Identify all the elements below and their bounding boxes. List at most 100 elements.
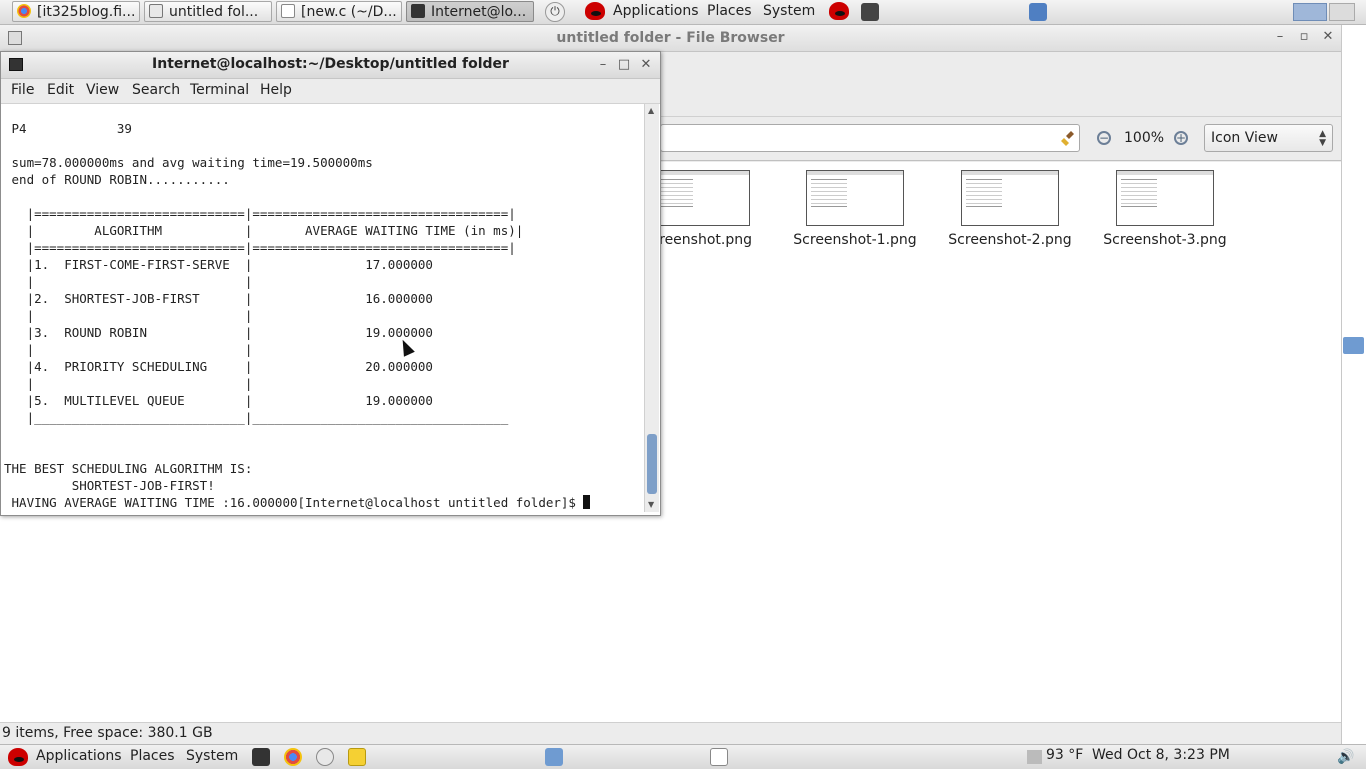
terminal-line: | | xyxy=(4,342,253,357)
file-browser-statusbar: 9 items, Free space: 380.1 GB xyxy=(0,722,1341,744)
select-arrows-icon: ▲ ▼ xyxy=(1319,129,1326,148)
chrome-launcher-icon[interactable] xyxy=(284,748,302,766)
places-menu[interactable]: Places xyxy=(707,0,752,24)
file-item[interactable]: Screenshot-1.png xyxy=(780,170,930,248)
minimize-button[interactable]: – xyxy=(1272,28,1288,46)
redhat-logo-icon xyxy=(585,2,605,20)
menu-edit[interactable]: Edit xyxy=(47,82,74,98)
bottom-panel: Applications Places System 93 °F Wed Oct… xyxy=(0,744,1366,769)
close-button[interactable]: ✕ xyxy=(1320,28,1336,46)
clock[interactable]: Wed Oct 8, 3:23 PM xyxy=(1092,747,1230,763)
text-cursor xyxy=(583,495,591,509)
taskbar-browser-button[interactable]: [it325blog.fi... xyxy=(12,1,140,22)
location-input[interactable] xyxy=(660,124,1080,152)
terminal-prompt: HAVING AVERAGE WAITING TIME :16.000000[I… xyxy=(4,495,584,510)
show-desktop-icon[interactable] xyxy=(1029,3,1047,21)
file-name: Screenshot-2.png xyxy=(948,232,1072,248)
weather-temperature[interactable]: 93 °F xyxy=(1046,747,1083,763)
terminal-line: |2. SHORTEST-JOB-FIRST | 16.000000 xyxy=(4,291,433,306)
view-mode-select[interactable]: Icon View ▲ ▼ xyxy=(1204,124,1333,152)
terminal-launcher-icon[interactable] xyxy=(252,748,270,766)
terminal-prompt-line: HAVING AVERAGE WAITING TIME :16.000000[I… xyxy=(4,494,642,511)
task-label: Internet@lo... xyxy=(431,4,527,20)
clear-location-icon[interactable] xyxy=(1060,129,1078,147)
terminal-line: |============================|==========… xyxy=(4,206,516,221)
terminal-line: |5. MULTILEVEL QUEUE | 19.000000 xyxy=(4,393,433,408)
volume-icon[interactable]: 🔊 xyxy=(1337,749,1357,765)
workspace-switcher[interactable] xyxy=(1293,3,1327,21)
file-browser-icon xyxy=(149,4,163,18)
taskbar-file-browser-button[interactable]: untitled fol... xyxy=(144,1,272,22)
applications-menu[interactable]: Applications xyxy=(36,745,122,769)
terminal-line: |3. ROUND ROBIN | 19.000000 xyxy=(4,325,433,340)
file-thumbnail xyxy=(961,170,1059,226)
screenshot-launcher-icon[interactable] xyxy=(545,748,563,766)
menu-help[interactable]: Help xyxy=(260,82,292,98)
view-mode-value: Icon View xyxy=(1211,130,1278,146)
system-menu[interactable]: System xyxy=(763,0,815,24)
menu-terminal[interactable]: Terminal xyxy=(190,82,249,98)
mail-launcher-icon[interactable] xyxy=(316,748,334,766)
minimize-button[interactable]: – xyxy=(595,56,611,74)
menu-search[interactable]: Search xyxy=(132,82,180,98)
taskbar-editor-button[interactable]: [new.c (~/D... xyxy=(276,1,402,22)
terminal-window[interactable]: Internet@localhost:~/Desktop/untitled fo… xyxy=(0,51,661,516)
terminal-output[interactable]: P4 39 sum=78.000000ms and avg waiting ti… xyxy=(4,104,642,512)
terminal-line: | ALGORITHM | AVERAGE WAITING TIME (in m… xyxy=(4,223,524,238)
file-thumbnail xyxy=(1116,170,1214,226)
status-text: 9 items, Free space: 380.1 GB xyxy=(2,725,213,741)
file-browser-titlebar: untitled folder - File Browser – ▫ ✕ xyxy=(0,25,1341,52)
redhat-launcher-icon[interactable] xyxy=(829,2,849,20)
terminal-menubar: File Edit View Search Terminal Help xyxy=(1,79,660,104)
scrollbar-thumb[interactable] xyxy=(647,434,657,494)
terminal-line: THE BEST SCHEDULING ALGORITHM IS: xyxy=(4,461,253,476)
workspace-2[interactable] xyxy=(1329,3,1355,21)
terminal-icon xyxy=(411,4,425,18)
file-browser-title: untitled folder - File Browser xyxy=(556,30,785,46)
zoom-in-icon[interactable]: + xyxy=(1174,131,1188,145)
system-menu[interactable]: System xyxy=(186,745,238,769)
document-icon[interactable] xyxy=(710,748,728,766)
menu-file[interactable]: File xyxy=(11,82,34,98)
terminal-titlebar[interactable]: Internet@localhost:~/Desktop/untitled fo… xyxy=(1,52,660,79)
task-label: [new.c (~/D... xyxy=(301,4,397,20)
file-name: Screenshot-1.png xyxy=(793,232,917,248)
maximize-button[interactable]: ▫ xyxy=(1296,28,1312,46)
terminal-line: sum=78.000000ms and avg waiting time=19.… xyxy=(4,155,373,170)
terminal-line: SHORTEST-JOB-FIRST! xyxy=(4,478,215,493)
file-item[interactable]: Screenshot-3.png xyxy=(1090,170,1240,248)
terminal-scrollbar[interactable]: ▲ ▼ xyxy=(644,104,659,512)
terminal-line: | | xyxy=(4,274,253,289)
terminal-line: |____________________________|__________… xyxy=(4,410,509,425)
power-icon[interactable]: ⏻ xyxy=(545,2,565,22)
applications-menu[interactable]: Applications xyxy=(613,0,699,24)
weather-icon xyxy=(1027,750,1042,764)
task-label: untitled fol... xyxy=(169,4,259,20)
scroll-up-icon[interactable]: ▲ xyxy=(648,106,654,115)
folder-icon[interactable] xyxy=(1343,337,1364,354)
scroll-down-icon[interactable]: ▼ xyxy=(648,500,654,509)
zoom-out-icon[interactable]: − xyxy=(1097,131,1111,145)
redhat-logo-icon xyxy=(8,748,28,766)
taskbar-terminal-button[interactable]: Internet@lo... xyxy=(406,1,534,22)
terminal-line: |1. FIRST-COME-FIRST-SERVE | 17.000000 xyxy=(4,257,433,272)
file-thumbnail xyxy=(652,170,750,226)
lock-screen-icon[interactable] xyxy=(861,3,879,21)
terminal-line: |============================|==========… xyxy=(4,240,516,255)
chrome-icon xyxy=(17,4,31,18)
close-button[interactable]: ✕ xyxy=(638,56,654,74)
terminal-line: P4 39 xyxy=(4,121,132,136)
menu-view[interactable]: View xyxy=(86,82,119,98)
notes-launcher-icon[interactable] xyxy=(348,748,366,766)
text-editor-icon xyxy=(281,4,295,18)
maximize-button[interactable]: □ xyxy=(616,56,632,74)
top-panel: [it325blog.fi... untitled fol... [new.c … xyxy=(0,0,1366,25)
places-menu[interactable]: Places xyxy=(130,745,175,769)
file-item[interactable]: Screenshot-2.png xyxy=(935,170,1085,248)
file-name: Screenshot-3.png xyxy=(1103,232,1227,248)
terminal-line: | | xyxy=(4,376,253,391)
